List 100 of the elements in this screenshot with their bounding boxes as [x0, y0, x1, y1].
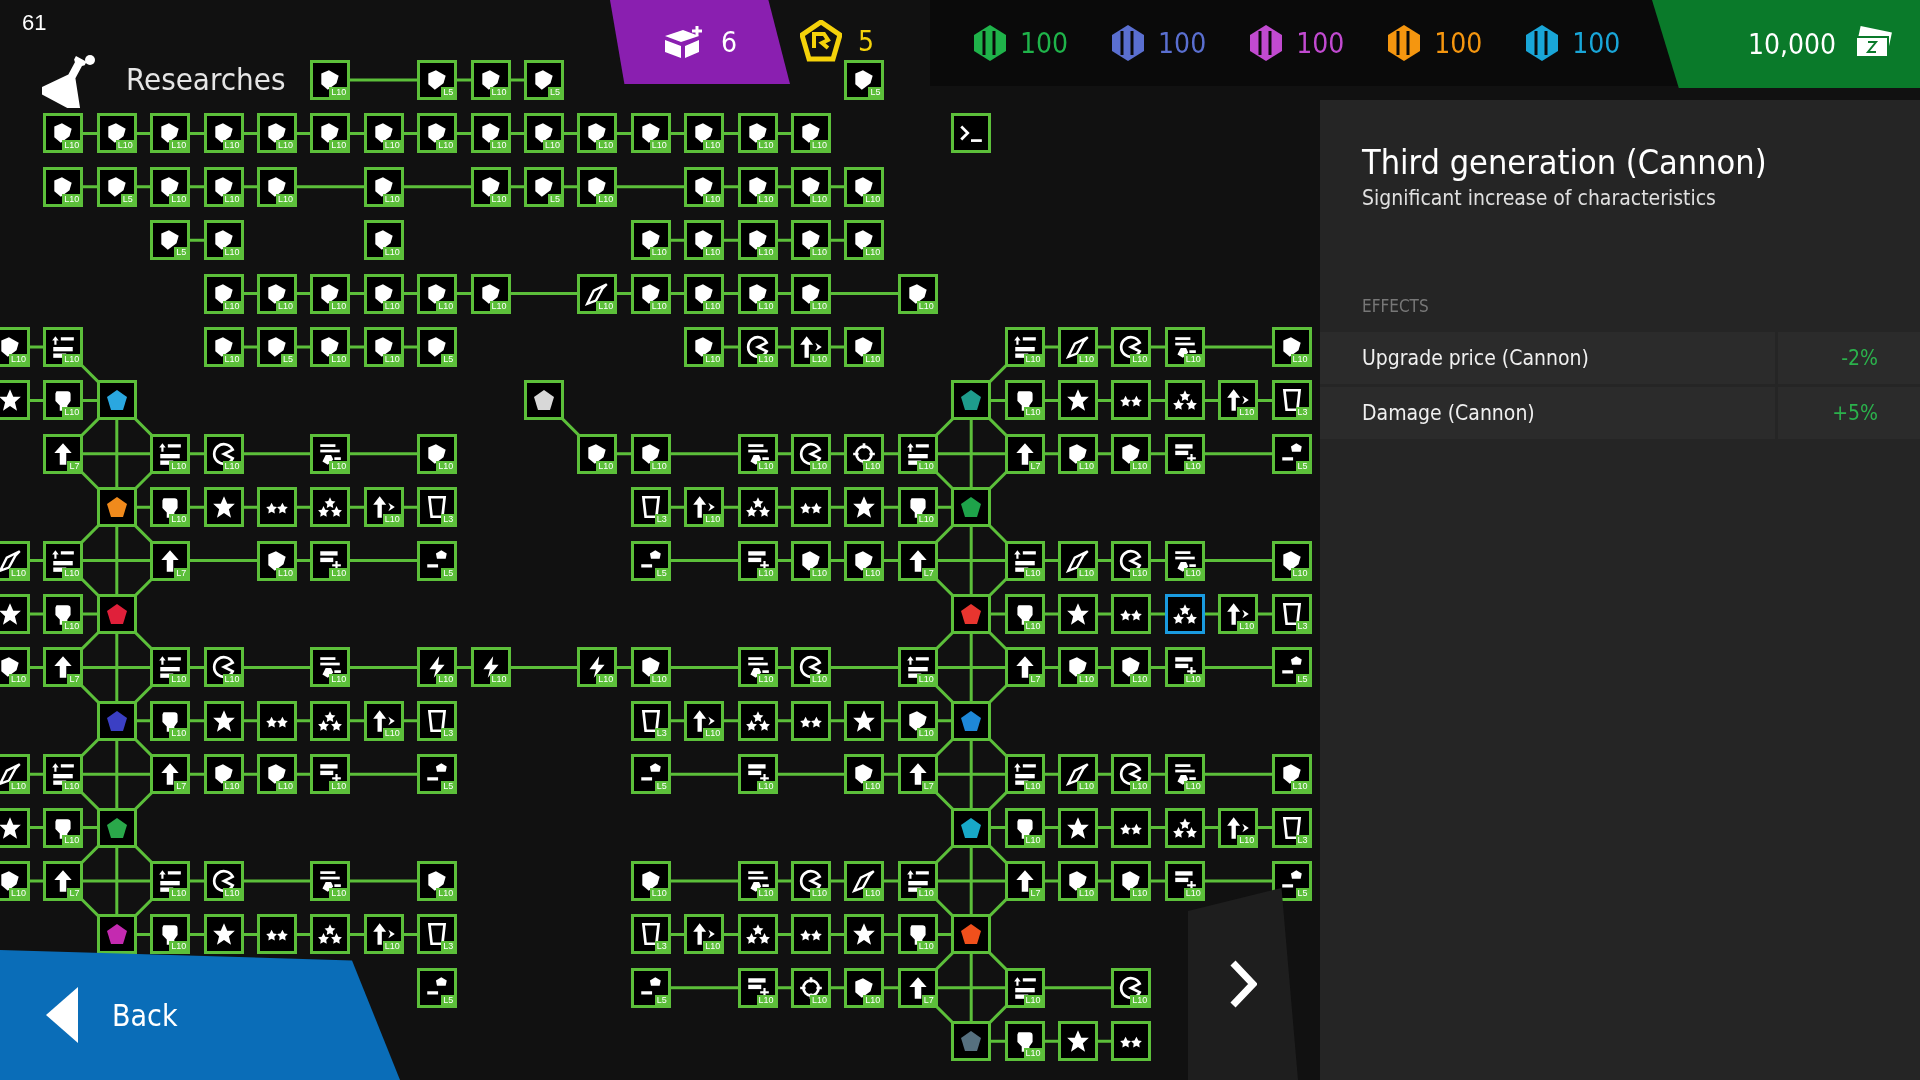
research-node[interactable]: L10 [1218, 594, 1259, 634]
research-node[interactable]: L10 [577, 433, 618, 474]
research-node[interactable]: L10 [577, 113, 618, 154]
research-node[interactable]: L10 [1164, 540, 1205, 581]
research-node[interactable]: L7 [43, 861, 84, 901]
research-node[interactable]: L10 [844, 433, 885, 474]
research-node[interactable]: L10 [630, 113, 671, 154]
research-node[interactable]: L10 [203, 273, 244, 314]
research-node[interactable]: L5 [524, 166, 564, 207]
research-node[interactable]: L10 [1058, 754, 1098, 795]
research-node[interactable]: L3 [1271, 380, 1312, 421]
research-node[interactable] [1058, 380, 1098, 421]
research-node[interactable]: L10 [1004, 754, 1045, 795]
research-node[interactable]: L10 [844, 327, 885, 367]
research-node[interactable]: L7 [43, 433, 84, 474]
research-node[interactable]: L10 [737, 273, 778, 314]
research-node[interactable]: L10 [737, 861, 778, 901]
research-node[interactable]: L10 [0, 754, 30, 795]
research-node[interactable]: L10 [43, 594, 84, 634]
research-node[interactable]: L10 [1004, 967, 1045, 1008]
research-node[interactable]: L10 [363, 273, 404, 314]
research-node[interactable]: L10 [791, 113, 831, 154]
research-node[interactable]: L10 [417, 861, 458, 901]
hub-node[interactable] [96, 914, 137, 955]
research-node[interactable]: L10 [791, 433, 831, 474]
research-node[interactable]: L10 [897, 700, 938, 741]
research-node[interactable] [791, 914, 831, 955]
research-node[interactable]: L7 [897, 967, 938, 1008]
research-node[interactable]: L10 [310, 327, 351, 367]
research-node[interactable]: L10 [577, 647, 618, 688]
research-node[interactable]: L10 [1004, 540, 1045, 581]
research-node[interactable] [791, 487, 831, 528]
hub-node[interactable] [951, 487, 992, 528]
research-node[interactable]: L10 [684, 113, 725, 154]
research-node[interactable] [1111, 594, 1152, 634]
research-node[interactable]: L10 [684, 273, 725, 314]
research-node[interactable]: L10 [1271, 327, 1312, 367]
research-node[interactable]: L10 [1111, 540, 1152, 581]
research-node[interactable] [0, 807, 30, 848]
research-node[interactable] [844, 487, 885, 528]
research-node[interactable]: L10 [43, 113, 84, 154]
research-node[interactable]: L10 [1058, 327, 1098, 367]
research-node[interactable]: L5 [417, 60, 458, 100]
research-node[interactable]: L10 [737, 754, 778, 795]
research-node[interactable]: L7 [43, 647, 84, 688]
research-node[interactable]: L10 [1058, 540, 1098, 581]
research-node[interactable] [203, 914, 244, 955]
research-node[interactable]: L10 [470, 60, 511, 100]
research-node[interactable]: L10 [844, 220, 885, 261]
research-node[interactable]: L10 [203, 754, 244, 795]
research-node[interactable]: L10 [470, 113, 511, 154]
research-node[interactable] [1058, 594, 1098, 634]
research-node[interactable]: L10 [844, 861, 885, 901]
research-node[interactable]: L10 [737, 113, 778, 154]
research-node[interactable]: L10 [791, 647, 831, 688]
research-node[interactable] [1164, 380, 1205, 421]
research-node[interactable]: L10 [897, 433, 938, 474]
research-node[interactable]: L7 [897, 540, 938, 581]
research-node[interactable]: L10 [1111, 433, 1152, 474]
research-node[interactable]: L10 [630, 273, 671, 314]
research-node[interactable] [0, 594, 30, 634]
research-node[interactable]: L10 [1164, 327, 1205, 367]
research-node[interactable]: L10 [1004, 380, 1045, 421]
hub-node[interactable] [951, 914, 992, 955]
research-node[interactable]: L10 [470, 273, 511, 314]
research-node[interactable] [737, 700, 778, 741]
research-node[interactable]: L5 [1271, 433, 1312, 474]
research-node[interactable]: L10 [684, 327, 725, 367]
research-node[interactable]: L10 [1271, 540, 1312, 581]
research-node[interactable]: L3 [417, 700, 458, 741]
research-node[interactable]: L5 [1271, 861, 1312, 901]
research-node[interactable]: L10 [43, 327, 84, 367]
research-node[interactable]: L10 [0, 327, 30, 367]
research-node[interactable]: L10 [310, 540, 351, 581]
research-node[interactable]: L5 [1271, 647, 1312, 688]
research-node[interactable]: L10 [577, 166, 618, 207]
research-node[interactable]: L10 [257, 754, 297, 795]
research-node[interactable] [310, 914, 351, 955]
research-node[interactable]: L10 [363, 914, 404, 955]
research-node[interactable] [737, 487, 778, 528]
research-node[interactable] [737, 914, 778, 955]
research-node[interactable]: L10 [203, 113, 244, 154]
research-node[interactable]: L3 [630, 487, 671, 528]
hub-node[interactable] [524, 380, 564, 421]
research-node[interactable]: L10 [630, 433, 671, 474]
research-node[interactable] [203, 700, 244, 741]
research-node[interactable]: L3 [1271, 594, 1312, 634]
research-node[interactable]: L10 [791, 861, 831, 901]
research-node[interactable]: L10 [897, 273, 938, 314]
research-node[interactable]: L5 [844, 60, 885, 100]
hub-node[interactable] [96, 594, 137, 634]
research-node[interactable] [1111, 807, 1152, 848]
research-node[interactable]: L10 [150, 861, 191, 901]
research-node[interactable]: L10 [310, 60, 351, 100]
research-node[interactable]: L10 [1058, 861, 1098, 901]
research-node[interactable]: L10 [203, 861, 244, 901]
research-node[interactable]: L10 [310, 113, 351, 154]
research-node[interactable]: L10 [1111, 327, 1152, 367]
research-node[interactable]: L5 [630, 540, 671, 581]
research-node[interactable] [257, 914, 297, 955]
